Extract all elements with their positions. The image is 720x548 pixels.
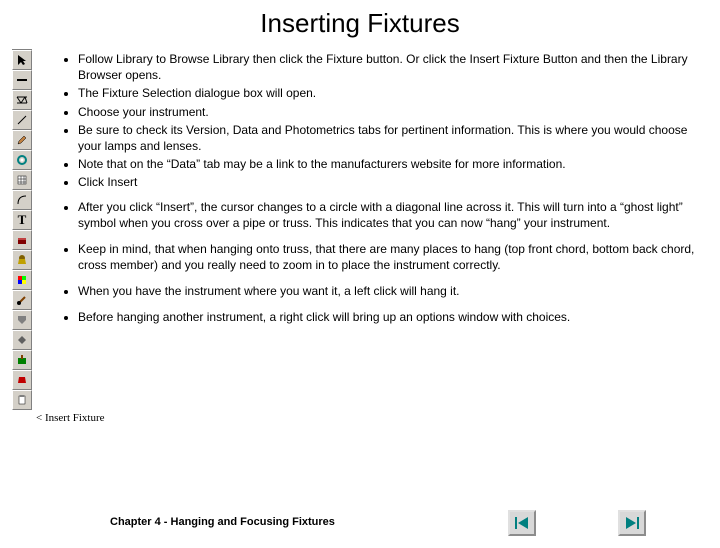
arc-icon[interactable] [12, 190, 32, 210]
pipe-icon[interactable] [12, 70, 32, 90]
list-item: Click Insert [78, 174, 702, 190]
gear-icon[interactable] [12, 150, 32, 170]
paint2-icon[interactable] [12, 370, 32, 390]
next-icon [624, 516, 640, 530]
paint1-icon[interactable] [12, 350, 32, 370]
shape1-icon[interactable] [12, 310, 32, 330]
riser-icon[interactable] [12, 230, 32, 250]
toolbar: T [12, 49, 32, 410]
list-item: Follow Library to Browse Library then cl… [78, 51, 702, 83]
list-item: When you have the instrument where you w… [78, 283, 702, 299]
insert-fixture-caption: < Insert Fixture [36, 412, 720, 424]
bullet-area: Follow Library to Browse Library then cl… [54, 49, 702, 336]
list-item: Note that on the “Data” tab may be a lin… [78, 156, 702, 172]
arrow-icon[interactable] [12, 50, 32, 70]
list-item: Choose your instrument. [78, 104, 702, 120]
list-item: Keep in mind, that when hanging onto tru… [78, 241, 702, 273]
list-item: After you click “Insert”, the cursor cha… [78, 199, 702, 231]
pencil-icon[interactable] [12, 130, 32, 150]
bullet-list-1: Follow Library to Browse Library then cl… [54, 51, 702, 191]
prev-button[interactable] [508, 510, 536, 536]
page-title: Inserting Fixtures [0, 8, 720, 39]
list-item: Be sure to check its Version, Data and P… [78, 122, 702, 154]
color-icon[interactable] [12, 270, 32, 290]
line-icon[interactable] [12, 110, 32, 130]
text-icon[interactable]: T [12, 210, 32, 230]
footer-text: Chapter 4 - Hanging and Focusing Fixture… [110, 516, 335, 528]
clipboard-icon[interactable] [12, 390, 32, 410]
footer: Chapter 4 - Hanging and Focusing Fixture… [0, 514, 720, 528]
content-row: T Follow Library to Browse Library then … [0, 49, 720, 410]
brush-icon[interactable] [12, 290, 32, 310]
truss-icon[interactable] [12, 90, 32, 110]
list-item: Before hanging another instrument, a rig… [78, 309, 702, 325]
lamp-icon[interactable] [12, 250, 32, 270]
next-button[interactable] [618, 510, 646, 536]
list-item: The Fixture Selection dialogue box will … [78, 85, 702, 101]
prev-icon [514, 516, 530, 530]
bullet-list-2: After you click “Insert”, the cursor cha… [54, 199, 702, 326]
calendar-icon[interactable] [12, 170, 32, 190]
shape2-icon[interactable] [12, 330, 32, 350]
